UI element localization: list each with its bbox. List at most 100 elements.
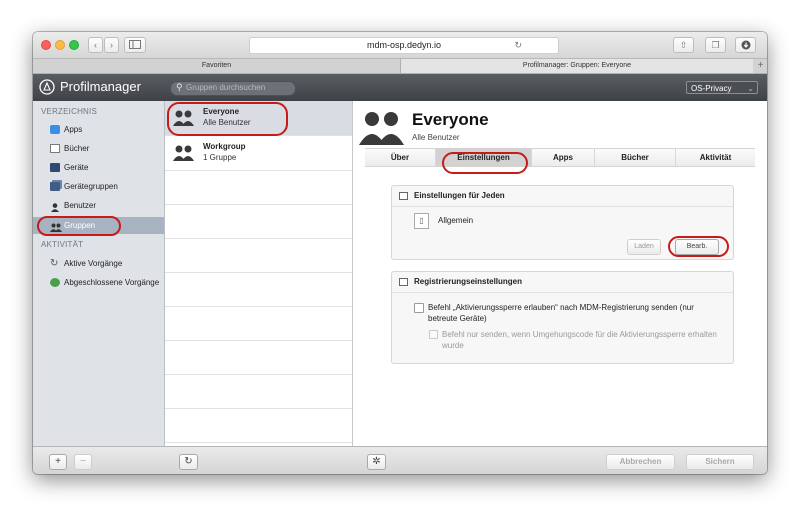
- sidebar-item-label: Abgeschlossene Vorgänge: [64, 278, 160, 287]
- tab-favoriten[interactable]: Favoriten: [33, 59, 401, 73]
- close-window-button[interactable]: [41, 40, 51, 50]
- sidebar-icon: [129, 40, 141, 49]
- annotation-highlight-everyone: [167, 102, 288, 136]
- url-text: mdm-osp.dedyn.io: [366, 40, 442, 50]
- add-button[interactable]: +: [49, 454, 67, 470]
- tab-label: Favoriten: [201, 62, 232, 69]
- tab-profilmanager[interactable]: Profilmanager: Gruppen: Everyone: [401, 59, 753, 73]
- sidebar-toggle-button[interactable]: [124, 37, 146, 53]
- bypass-code-label: Befehl nur senden, wenn Umgehungscode fü…: [442, 330, 717, 350]
- minimize-window-button[interactable]: [55, 40, 65, 50]
- cancel-button[interactable]: Abbrechen: [606, 454, 675, 470]
- tab-label: Profilmanager: Gruppen: Everyone: [522, 62, 632, 69]
- sidebar-item-devices[interactable]: Geräte: [33, 159, 164, 176]
- group-list: Everyone Alle Benutzer Workgroup 1 Grupp…: [165, 101, 353, 446]
- chevron-right-icon: ›: [110, 40, 113, 50]
- empty-list-row: [165, 205, 352, 239]
- forward-button[interactable]: ›: [104, 37, 119, 53]
- chevron-down-icon: ⌄: [747, 84, 754, 93]
- downloads-button[interactable]: [735, 37, 756, 53]
- sidebar-item-completed-tasks[interactable]: Abgeschlossene Vorgänge: [33, 274, 164, 291]
- tabs-icon: ❐: [711, 40, 720, 50]
- tab-apps[interactable]: Apps: [532, 149, 595, 166]
- download-icon: [741, 40, 750, 50]
- share-icon: ⇧: [679, 40, 688, 50]
- section-header-activity: AKTIVITÄT: [41, 240, 84, 249]
- load-button-label: Laden: [634, 243, 654, 250]
- reload-icon[interactable]: ↻: [514, 38, 522, 53]
- tab-label: Bücher: [621, 153, 649, 162]
- sidebar-item-label: Aktive Vorgänge: [64, 259, 123, 268]
- empty-list-row: [165, 171, 352, 205]
- sidebar-item-device-groups[interactable]: Gerätegruppen: [33, 178, 164, 195]
- settings-panel-title: Einstellungen für Jeden: [414, 191, 505, 200]
- book-icon: [50, 144, 60, 153]
- enrollment-panel-header: Registrierungseinstellungen: [392, 272, 733, 293]
- gear-icon: ✲: [372, 456, 381, 467]
- profile-manager-logo-icon: [39, 79, 55, 95]
- tab-about[interactable]: Über: [365, 149, 436, 166]
- general-payload-item[interactable]: ▯ Allgemein: [414, 213, 534, 229]
- group-icon: [173, 145, 194, 161]
- detail-title: Everyone: [412, 110, 489, 129]
- enrollment-panel-title: Registrierungseinstellungen: [414, 277, 523, 286]
- back-button[interactable]: ‹: [88, 37, 103, 53]
- settings-gear-button[interactable]: ✲: [367, 454, 386, 470]
- sidebar: VERZEICHNIS Apps Bücher Geräte Gerätegru…: [33, 101, 165, 446]
- search-placeholder: Gruppen durchsuchen: [186, 83, 266, 92]
- sidebar-item-apps[interactable]: Apps: [33, 121, 164, 138]
- sidebar-item-active-tasks[interactable]: ↻ Aktive Vorgänge: [33, 255, 164, 272]
- save-button[interactable]: Sichern: [686, 454, 754, 470]
- tab-activity[interactable]: Aktivität: [676, 149, 755, 166]
- detail-subtitle: Alle Benutzer: [412, 133, 460, 142]
- device-group-icon: [50, 182, 60, 191]
- search-field[interactable]: ⚲ Gruppen durchsuchen: [170, 81, 296, 96]
- sidebar-item-users[interactable]: Benutzer: [33, 197, 164, 214]
- refresh-icon: ↻: [184, 456, 193, 467]
- tab-label: Über: [390, 153, 410, 162]
- organization-select-value: OS-Privacy: [691, 84, 732, 93]
- bottom-toolbar: + − ↻ ✲ Abbrechen Sichern: [33, 446, 767, 474]
- new-tab-button[interactable]: +: [754, 59, 767, 73]
- group-large-icon: [359, 112, 404, 145]
- plus-icon: +: [757, 60, 764, 71]
- empty-list-row: [165, 307, 352, 341]
- organization-select[interactable]: OS-Privacy ⌄: [686, 81, 758, 94]
- plus-icon: +: [55, 456, 61, 467]
- clock-arrow-icon: ↻: [50, 258, 59, 269]
- zoom-window-button[interactable]: [69, 40, 79, 50]
- sidebar-item-books[interactable]: Bücher: [33, 140, 164, 157]
- bypass-code-checkbox[interactable]: [429, 330, 438, 339]
- activation-lock-checkbox[interactable]: [414, 303, 424, 313]
- share-button[interactable]: ⇧: [673, 37, 694, 53]
- load-button[interactable]: Laden: [627, 239, 661, 255]
- annotation-highlight-settings-tab: [442, 152, 528, 174]
- minus-icon: −: [80, 456, 86, 467]
- user-icon: [50, 201, 60, 212]
- sidebar-item-label: Apps: [64, 125, 83, 134]
- app-title: Profilmanager: [60, 79, 141, 94]
- list-item-workgroup[interactable]: Workgroup 1 Gruppe: [165, 136, 352, 171]
- settings-panel-header: Einstellungen für Jeden: [392, 186, 733, 207]
- tab-label: Apps: [553, 153, 573, 162]
- empty-list-row: [165, 341, 352, 375]
- search-icon: ⚲: [176, 82, 183, 92]
- enrollment-panel: Registrierungseinstellungen Befehl „Akti…: [391, 271, 734, 364]
- group-description: 1 Gruppe: [203, 153, 237, 162]
- section-header-directory: VERZEICHNIS: [41, 107, 97, 116]
- refresh-button[interactable]: ↻: [179, 454, 198, 470]
- detail-tab-bar: Über Einstellungen Apps Bücher Aktivität: [365, 148, 755, 167]
- tabs-overview-button[interactable]: ❐: [705, 37, 726, 53]
- remove-button[interactable]: −: [74, 454, 92, 470]
- empty-list-row: [165, 409, 352, 443]
- browser-window: ‹ › mdm-osp.dedyn.io ↻ ⇧ ❐ Favoriten Pro…: [33, 32, 767, 474]
- save-button-label: Sichern: [705, 457, 735, 466]
- general-settings-icon: ▯: [414, 213, 429, 229]
- address-bar[interactable]: mdm-osp.dedyn.io ↻: [249, 37, 559, 54]
- group-name: Workgroup: [203, 142, 246, 151]
- device-icon: [50, 163, 60, 172]
- annotation-highlight-groups: [37, 216, 121, 236]
- tab-books[interactable]: Bücher: [595, 149, 676, 166]
- app-header: Profilmanager ⚲ Gruppen durchsuchen OS-P…: [33, 74, 767, 101]
- detail-pane: Everyone Alle Benutzer Über Einstellunge…: [353, 101, 767, 446]
